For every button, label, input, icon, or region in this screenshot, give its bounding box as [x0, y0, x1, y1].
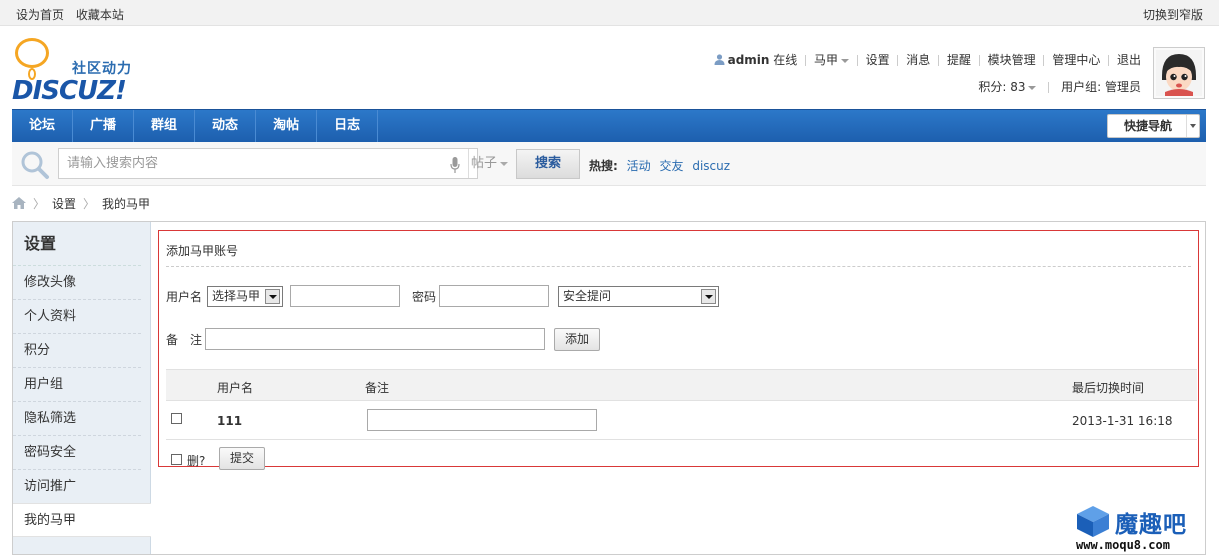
- messages-link[interactable]: 消息: [902, 51, 934, 68]
- chevron-down-icon: [265, 289, 280, 304]
- hot-searches: 热搜: 活动 交友 discuz: [589, 157, 730, 174]
- nav-feed[interactable]: 动态: [195, 110, 257, 142]
- sidebar-item-password[interactable]: 密码安全: [13, 436, 141, 470]
- set-home-link[interactable]: 设为首页: [16, 8, 64, 22]
- user-stats-bar: 积分: 83 用户组: 管理员: [974, 78, 1145, 95]
- password-input[interactable]: [439, 285, 549, 307]
- chevron-down-icon: [1028, 85, 1037, 90]
- settings-sidebar: 设置 修改头像 个人资料 积分 用户组 隐私筛选 密码安全 访问推广 我的马甲: [13, 222, 151, 554]
- username-input[interactable]: [290, 285, 400, 307]
- breadcrumb: 〉设置〉我的马甲: [12, 195, 150, 211]
- delete-all-checkbox[interactable]: [171, 454, 182, 465]
- row-username: 111: [217, 414, 243, 428]
- col-last-switch: 最后切换时间: [1072, 381, 1145, 395]
- top-links: 设为首页 收藏本站: [16, 6, 132, 23]
- user-icon: [714, 54, 725, 65]
- watermark: 魔趣吧 www.moqu8.com: [1073, 504, 1209, 556]
- quick-nav-button[interactable]: 快捷导航: [1107, 114, 1200, 138]
- switch-width-link[interactable]: 切换到窄版: [1143, 6, 1203, 23]
- online-status: 在线: [773, 53, 798, 67]
- table-header: 用户名 备注 最后切换时间: [166, 369, 1197, 401]
- user-info-bar: admin 在线 马甲 设置 消息 提醒 模块管理 管理中心 退出: [710, 51, 1145, 67]
- vest-menu[interactable]: 马甲: [810, 51, 853, 68]
- sidebar-item-profile[interactable]: 个人资料: [13, 300, 141, 334]
- chevron-down-icon: [701, 289, 716, 304]
- sidebar-item-promotion[interactable]: 访问推广: [13, 470, 141, 504]
- sidebar-item-usergroup[interactable]: 用户组: [13, 368, 141, 402]
- nav-forum[interactable]: 论坛: [12, 110, 74, 142]
- points-menu[interactable]: 积分: 83: [974, 78, 1040, 95]
- module-manage-link[interactable]: 模块管理: [984, 51, 1040, 68]
- row-checkbox[interactable]: [171, 413, 182, 424]
- bookmark-link[interactable]: 收藏本站: [76, 8, 124, 22]
- cube-logo-icon: [1077, 506, 1109, 537]
- search-input[interactable]: 请输入搜索内容: [58, 148, 478, 179]
- nav-broadcast[interactable]: 广播: [73, 110, 135, 142]
- nav-blog[interactable]: 日志: [317, 110, 379, 142]
- security-question-select[interactable]: 安全提问: [558, 286, 719, 307]
- sidebar-item-points[interactable]: 积分: [13, 334, 141, 368]
- microphone-icon[interactable]: [450, 157, 460, 173]
- submit-button[interactable]: 提交: [219, 447, 265, 470]
- main-nav: 论坛 广播 群组 动态 淘帖 日志 快捷导航: [12, 109, 1206, 142]
- sidebar-title: 设置: [13, 222, 141, 266]
- logo-wordmark: DISCUZ!: [12, 76, 127, 106]
- nav-collections[interactable]: 淘帖: [256, 110, 318, 142]
- note-input[interactable]: [205, 328, 545, 350]
- breadcrumb-my-vests[interactable]: 我的马甲: [102, 197, 150, 211]
- home-icon[interactable]: [12, 197, 26, 209]
- note-label: 备 注: [166, 333, 203, 347]
- username-link[interactable]: admin: [728, 53, 770, 67]
- nav-groups[interactable]: 群组: [134, 110, 196, 142]
- site-logo[interactable]: 社区动力 DISCUZ!: [12, 36, 152, 106]
- row-last-switch: 2013-1-31 16:18: [1072, 414, 1173, 428]
- hot-search-link[interactable]: 交友: [659, 159, 683, 173]
- hot-search-label: 热搜:: [589, 159, 618, 173]
- search-icon: [21, 151, 49, 179]
- table-row: 111 2013-1-31 16:18: [166, 403, 1197, 440]
- vest-select[interactable]: 选择马甲: [207, 286, 283, 307]
- admin-center-link[interactable]: 管理中心: [1048, 51, 1104, 68]
- watermark-url: www.moqu8.com: [1076, 538, 1170, 552]
- sidebar-item-avatar[interactable]: 修改头像: [13, 266, 141, 300]
- row-note-input[interactable]: [367, 409, 597, 431]
- user-group-link[interactable]: 用户组: 管理员: [1057, 78, 1145, 95]
- top-bar: 设为首页 收藏本站 切换到窄版: [0, 0, 1219, 26]
- col-username: 用户名: [217, 381, 254, 395]
- chevron-down-icon: [1186, 115, 1199, 137]
- search-bar: 请输入搜索内容 帖子 搜索 热搜: 活动 交友 discuz: [12, 142, 1206, 186]
- chevron-down-icon: [840, 58, 849, 63]
- hot-search-link[interactable]: discuz: [692, 159, 730, 173]
- breadcrumb-settings[interactable]: 设置: [52, 197, 76, 211]
- col-note: 备注: [365, 381, 390, 395]
- avatar[interactable]: [1153, 47, 1205, 99]
- notifications-link[interactable]: 提醒: [943, 51, 975, 68]
- logout-link[interactable]: 退出: [1113, 51, 1145, 68]
- search-button[interactable]: 搜索: [516, 149, 580, 179]
- divider: [166, 266, 1191, 267]
- watermark-text: 魔趣吧: [1115, 512, 1187, 538]
- sidebar-item-my-vests[interactable]: 我的马甲: [13, 503, 151, 537]
- logo-slogan: 社区动力: [72, 61, 132, 77]
- avatar-image-icon: [1156, 50, 1202, 96]
- hot-search-link[interactable]: 活动: [627, 159, 651, 173]
- chevron-down-icon: [500, 161, 509, 166]
- logo-bubble-icon: [15, 38, 49, 80]
- sidebar-item-privacy[interactable]: 隐私筛选: [13, 402, 141, 436]
- password-label: 密码: [412, 290, 437, 304]
- panel-title: 添加马甲账号: [166, 244, 239, 258]
- main-panel: 设置 修改头像 个人资料 积分 用户组 隐私筛选 密码安全 访问推广 我的马甲 …: [12, 221, 1206, 555]
- add-button[interactable]: 添加: [554, 328, 600, 351]
- vest-panel: 添加马甲账号 用户名 选择马甲 密码 安全提问 备 注 添加 用户名 备注 最后…: [158, 230, 1199, 470]
- search-scope-select[interactable]: 帖子: [468, 149, 516, 178]
- username-label: 用户名: [166, 290, 203, 304]
- delete-label: 删?: [187, 454, 206, 468]
- settings-link[interactable]: 设置: [862, 51, 894, 68]
